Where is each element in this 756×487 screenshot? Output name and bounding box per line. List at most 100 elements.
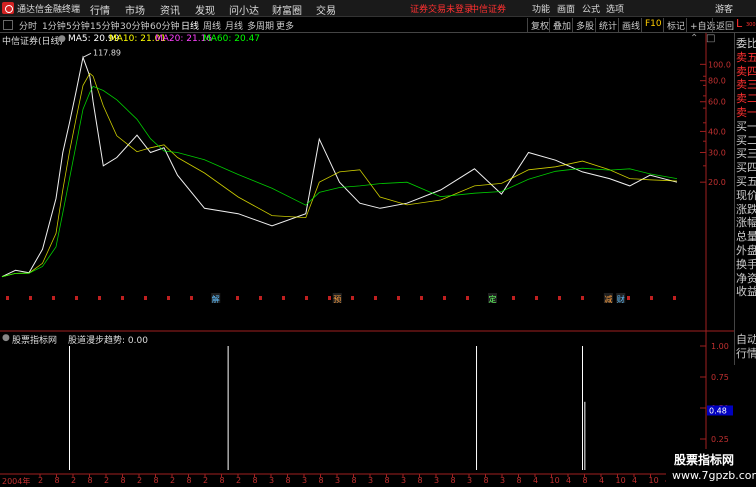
indicator-source[interactable]: 股票指标网 [12, 333, 57, 346]
event-marker-label: 定 [489, 294, 497, 304]
watermark: 股票指标网 www.7gpzb.com [666, 449, 756, 487]
quote-panel-item: 收益 [736, 285, 756, 299]
date-axis: 2004年 2 8 2 8 2 8 2 8 2 8 2 8 2 8 3 8 3 8 3 8 3 8 3 8 3 8 3 8 3 8 4 10 4 8… [0, 475, 670, 487]
event-tick [144, 296, 147, 300]
kline-chart[interactable]: 100.0 80.0 60.0 40.0 30.0 20.0 117.89 解 预 定 财减 1… [0, 0, 756, 487]
event-tick [535, 296, 538, 300]
date-axis-label: 3 [434, 476, 440, 485]
date-axis-label: 3 [368, 476, 374, 485]
date-axis-label: 4 [632, 476, 638, 485]
event-markers: 解 预 定 财减 [6, 293, 676, 304]
date-axis-label: 2 [236, 476, 242, 485]
date-axis-label: 2 [203, 476, 209, 485]
quote-panel: 委比 卖五 卖四 卖三 卖二 卖一 买一 买二 买三 买四 买五 现价 涨跌 涨幅 总量 外盘 换手 净资 收益 自动… [734, 33, 756, 365]
date-axis-label: 2 [38, 476, 44, 485]
quote-panel-item: 总量 [736, 230, 756, 244]
date-axis-label: 3 [500, 476, 506, 485]
date-axis-label: 2 [104, 476, 110, 485]
date-axis-label: 8 [219, 476, 225, 485]
quote-panel-item: 买二 [736, 133, 756, 147]
date-axis-label: 3 [335, 476, 341, 485]
event-tick [420, 296, 423, 300]
watermark-cn: 股票指标网 [674, 453, 735, 467]
quote-panel-item: 买四 [736, 161, 756, 175]
date-axis-label: 8 [153, 476, 159, 485]
event-tick [581, 296, 584, 300]
date-axis-label: 3 [401, 476, 407, 485]
date-axis-label: 3 [467, 476, 473, 485]
event-tick [75, 296, 78, 300]
event-tick [374, 296, 377, 300]
peak-leader [82, 52, 92, 58]
price-tick-label: 60.0 [708, 98, 726, 107]
price-tick-label: 40.0 [708, 127, 726, 136]
date-axis-label: 8 [417, 476, 423, 485]
date-axis-label: 4 [566, 476, 572, 485]
event-tick [443, 296, 446, 300]
date-axis-label: 8 [384, 476, 390, 485]
date-axis-label: 8 [483, 476, 489, 485]
quote-panel-toggle[interactable]: 行情 [736, 347, 756, 360]
date-axis-label: 8 [186, 476, 192, 485]
peak-marker: 117.89 [82, 48, 121, 58]
date-axis-label: 4 [599, 476, 605, 485]
quote-panel-item: 卖五 [736, 50, 756, 64]
event-tick [121, 296, 124, 300]
event-tick [305, 296, 308, 300]
event-tick [397, 296, 400, 300]
quote-panel-item: 卖三 [736, 78, 756, 92]
date-axis-label: 8 [516, 476, 522, 485]
date-axis-label: 8 [450, 476, 456, 485]
peak-label: 117.89 [93, 48, 121, 57]
event-tick [627, 296, 630, 300]
price-tick-label: 80.0 [708, 77, 726, 86]
date-axis-label: 8 [120, 476, 126, 485]
quote-panel-item: 买一 [736, 119, 756, 133]
quote-panel-item: 买五 [736, 175, 756, 188]
event-marker-label: 解 [212, 294, 220, 304]
quote-panel-item: 卖四 [736, 64, 756, 78]
date-axis-label: 8 [54, 476, 60, 485]
circle-icon: ● [2, 333, 10, 343]
date-axis-year: 2004年 [2, 477, 31, 486]
date-axis-label: 8 [582, 476, 588, 485]
event-tick [236, 296, 239, 300]
date-axis-label: 10 [648, 476, 659, 485]
price-tick-label: 30.0 [708, 148, 726, 157]
event-tick [6, 296, 9, 300]
event-marker-label: 财 [617, 294, 625, 304]
quote-panel-item: 委比 [736, 37, 756, 50]
event-tick [351, 296, 354, 300]
quote-panel-item: 换手 [736, 257, 756, 271]
quote-panel-item: 外盘 [736, 244, 756, 257]
quote-panel-item: 卖二 [736, 92, 756, 106]
event-tick [52, 296, 55, 300]
event-marker-label: 减 [604, 294, 612, 304]
quote-panel-toggle[interactable]: 自动 [736, 333, 756, 346]
quote-panel-item: 买三 [736, 147, 756, 161]
event-tick [650, 296, 653, 300]
indicator-bars [69, 346, 586, 470]
quote-panel-item: 卖一 [736, 106, 756, 119]
event-tick [673, 296, 676, 300]
event-tick [98, 296, 101, 300]
date-axis-label: 8 [252, 476, 258, 485]
ma-series-line [1, 72, 678, 278]
event-tick [259, 296, 262, 300]
quote-panel-item: 涨跌 [736, 202, 756, 216]
date-axis-label: 4 [533, 476, 539, 485]
date-axis-label: 2 [170, 476, 176, 485]
event-tick [190, 296, 193, 300]
indicator-legend: ● 股票指标网 股道漫步趋势: 0.00 [0, 332, 734, 346]
quote-panel-item: 现价 [736, 188, 756, 202]
event-tick [466, 296, 469, 300]
date-axis-label: 2 [71, 476, 77, 485]
quote-panel-item: 涨幅 [736, 216, 756, 230]
date-axis-label: 3 [269, 476, 275, 485]
date-axis-label: 8 [351, 476, 357, 485]
event-tick [512, 296, 515, 300]
indicator-tick-label: 0.75 [711, 373, 729, 382]
indicator-current-value: 0.48 [709, 406, 727, 415]
indicator-tick-label: 0.25 [711, 435, 729, 444]
date-axis-label: 8 [318, 476, 324, 485]
